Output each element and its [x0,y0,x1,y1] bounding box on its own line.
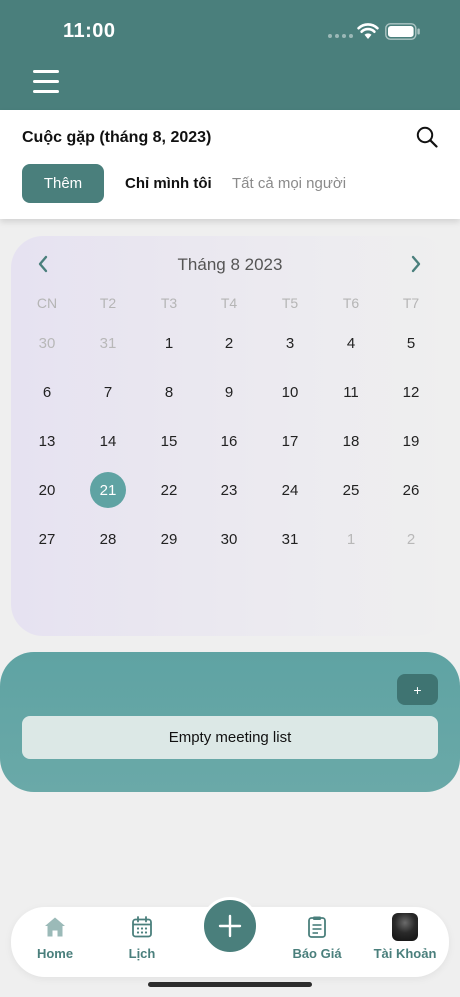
calendar-day[interactable]: 31 [90,325,126,361]
home-icon [45,917,65,937]
calendar-day[interactable]: 1 [333,521,369,557]
calendar-day[interactable]: 17 [272,423,308,459]
tab-calendar-label: Lịch [128,946,156,961]
calendar-month-title: Tháng 8 2023 [177,255,283,274]
calendar-day[interactable]: 2 [393,521,429,557]
weekday-label: T6 [342,295,360,311]
menu-icon[interactable] [33,70,59,94]
top-nav-bar [0,62,460,110]
calendar-day[interactable]: 15 [151,423,187,459]
calendar-day[interactable]: 2 [211,325,247,361]
calendar-day[interactable]: 1 [151,325,187,361]
calendar-day-selected[interactable]: 21 [90,472,126,508]
calendar-day[interactable]: 25 [333,472,369,508]
calendar-day[interactable]: 6 [29,374,65,410]
calendar-day[interactable]: 4 [333,325,369,361]
tab-quote-label: Báo Giá [292,946,342,961]
calendar-day[interactable]: 19 [393,423,429,459]
calendar-day[interactable]: 3 [272,325,308,361]
calendar-day[interactable]: 9 [211,374,247,410]
calendar-day[interactable]: 20 [29,472,65,508]
add-meeting-button[interactable]: Thêm [22,164,104,203]
weekday-label: T3 [160,295,178,311]
avatar[interactable] [392,913,418,941]
calendar-day[interactable]: 13 [29,423,65,459]
calendar-day[interactable]: 24 [272,472,308,508]
filter-everyone[interactable]: Tất cả mọi người [232,175,346,192]
tab-quote[interactable]: Báo Giá [277,907,357,977]
meeting-list-panel: + Empty meeting list [0,652,460,792]
tab-calendar[interactable]: Lịch [102,907,182,977]
page-title: Cuộc gặp (tháng 8, 2023) [22,129,212,146]
filter-only-me[interactable]: Chỉ mình tôi [125,175,212,192]
month-calendar: Tháng 8 2023 CN T2 T3 T4 T5 T6 T7 30 31 1 2 3 4 5 6 7 8… [11,236,449,636]
calendar-day[interactable]: 11 [333,374,369,410]
calendar-day[interactable]: 10 [272,374,308,410]
wifi-icon [357,23,379,39]
add-meeting-small-button[interactable]: + [397,674,438,705]
battery-icon [385,23,420,40]
plus-icon [218,914,242,938]
calendar-day[interactable]: 27 [29,521,65,557]
search-icon[interactable] [416,126,438,148]
create-button[interactable] [201,897,259,955]
calendar-day[interactable]: 22 [151,472,187,508]
status-time: 11:00 [63,20,116,42]
calendar-day[interactable]: 5 [393,325,429,361]
weekday-label: T4 [220,295,238,311]
calendar-day[interactable]: 18 [333,423,369,459]
calendar-day[interactable]: 23 [211,472,247,508]
tab-home[interactable]: Home [15,907,95,977]
calendar-day[interactable]: 29 [151,521,187,557]
calendar-day[interactable]: 7 [90,374,126,410]
calendar-day[interactable]: 26 [393,472,429,508]
tab-account-label: Tài Khoản [373,946,437,961]
calendar-day[interactable]: 8 [151,374,187,410]
calendar-day[interactable]: 28 [90,521,126,557]
chevron-right-icon[interactable] [409,254,423,274]
calendar-day[interactable]: 14 [90,423,126,459]
status-bar: 11:00 [0,0,460,62]
empty-meeting-list: Empty meeting list [22,716,438,759]
home-indicator [148,982,312,987]
calendar-day[interactable]: 31 [272,521,308,557]
document-icon [308,916,326,938]
weekday-label: CN [36,295,58,311]
signal-icon [328,34,354,38]
weekday-label: T2 [99,295,117,311]
calendar-day[interactable]: 30 [29,325,65,361]
tab-home-label: Home [36,946,74,961]
calendar-day[interactable]: 30 [211,521,247,557]
weekday-label: T7 [402,295,420,311]
calendar-day[interactable]: 12 [393,374,429,410]
calendar-day[interactable]: 16 [211,423,247,459]
weekday-label: T5 [281,295,299,311]
meetings-header: Cuộc gặp (tháng 8, 2023) Thêm Chỉ mình t… [0,110,460,219]
calendar-icon [132,916,152,938]
